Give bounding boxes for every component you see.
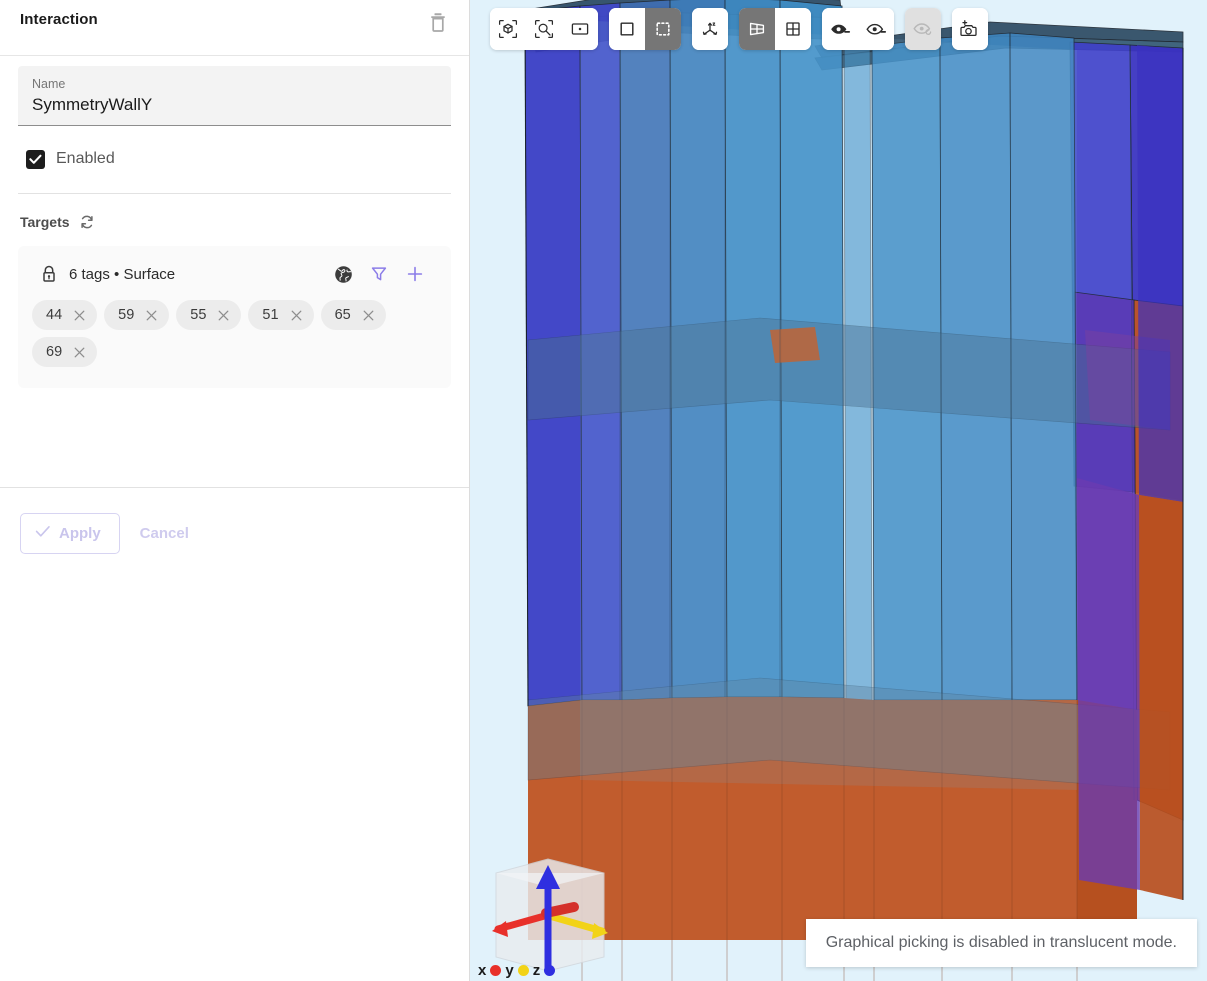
square-outline-icon — [617, 19, 637, 39]
tags-summary-label: 6 tags • Surface — [69, 266, 175, 283]
zoom-selection-icon — [534, 19, 554, 39]
grid-icon — [783, 19, 803, 39]
chip-label: 44 — [46, 300, 62, 330]
axes-group — [692, 8, 728, 50]
fit-to-scene-button[interactable] — [490, 8, 526, 50]
close-icon[interactable] — [360, 307, 377, 324]
target-chip[interactable]: 55 — [176, 300, 241, 330]
fit-window-icon — [570, 19, 590, 39]
selection-mode-group — [609, 8, 681, 50]
reset-visibility-button[interactable] — [905, 8, 941, 50]
grid-view-button[interactable] — [775, 8, 811, 50]
refresh-icon[interactable] — [78, 213, 96, 231]
3d-model-scene[interactable] — [470, 0, 1207, 981]
axis-legend: x y z — [478, 962, 555, 979]
status-tooltip: Graphical picking is disabled in translu… — [806, 919, 1197, 967]
toggle-axes-button[interactable] — [692, 8, 728, 50]
axis-label-y: y — [505, 962, 513, 979]
zoom-to-selection-button[interactable] — [526, 8, 562, 50]
lock-icon — [40, 265, 58, 283]
hide-selected-button[interactable] — [822, 8, 858, 50]
camera-add-icon — [959, 19, 981, 39]
translucent-view-button[interactable] — [739, 8, 775, 50]
viewport-toolbar — [490, 8, 988, 50]
tags-summary-bar: 6 tags • Surface — [32, 260, 437, 288]
plus-icon[interactable] — [405, 264, 425, 284]
footer-divider — [0, 487, 469, 488]
target-chip[interactable]: 44 — [32, 300, 97, 330]
target-chip[interactable]: 69 — [32, 337, 97, 367]
check-icon — [35, 525, 51, 542]
panel-header: Interaction — [0, 0, 469, 56]
trash-icon[interactable] — [425, 9, 451, 35]
axes-triad-icon — [700, 19, 720, 39]
name-field-label: Name — [32, 76, 437, 92]
target-chip-list: 44 59 55 51 — [32, 300, 437, 367]
close-icon[interactable] — [71, 307, 88, 324]
close-icon[interactable] — [143, 307, 160, 324]
tags-actions — [333, 264, 433, 284]
enabled-checkbox-row[interactable]: Enabled — [26, 147, 115, 171]
chip-label: 55 — [190, 300, 206, 330]
hide-unselected-button[interactable] — [858, 8, 894, 50]
visibility-group — [822, 8, 894, 50]
fit-scene-icon — [498, 19, 518, 39]
close-icon[interactable] — [215, 307, 232, 324]
apply-label: Apply — [59, 525, 101, 542]
axis-dot-x — [490, 965, 501, 976]
targets-card: 6 tags • Surface — [18, 246, 451, 388]
eye-minus-right-icon — [865, 19, 887, 39]
display-style-group — [739, 8, 811, 50]
targets-header: Targets — [20, 212, 469, 232]
target-chip[interactable]: 59 — [104, 300, 169, 330]
targets-title: Targets — [20, 214, 70, 230]
eye-reset-icon — [912, 19, 934, 39]
3d-viewport[interactable]: x y z Graphical picking is disabled in t… — [470, 0, 1207, 981]
enabled-checkbox[interactable] — [26, 150, 45, 169]
eye-minus-left-icon — [829, 19, 851, 39]
chip-label: 59 — [118, 300, 134, 330]
footer-actions: Apply Cancel — [20, 513, 203, 554]
axis-label-x: x — [478, 962, 486, 979]
section-divider — [18, 193, 451, 194]
cancel-button[interactable]: Cancel — [126, 513, 203, 554]
axis-dot-z — [544, 965, 555, 976]
axis-label-z: z — [533, 962, 541, 979]
filter-icon[interactable] — [369, 264, 389, 284]
dashed-square-icon — [653, 19, 673, 39]
apply-button[interactable]: Apply — [20, 513, 120, 554]
target-chip[interactable]: 51 — [248, 300, 313, 330]
chip-label: 65 — [335, 300, 351, 330]
interaction-panel: Interaction Name Enabled Tar — [0, 0, 470, 981]
close-icon[interactable] — [71, 344, 88, 361]
name-input[interactable] — [32, 94, 437, 116]
chip-label: 51 — [262, 300, 278, 330]
name-field-wrapper[interactable]: Name — [18, 66, 451, 126]
single-select-button[interactable] — [609, 8, 645, 50]
target-chip[interactable]: 65 — [321, 300, 386, 330]
enabled-label: Enabled — [56, 150, 115, 168]
page-title: Interaction — [20, 11, 98, 28]
reset-visibility-group — [905, 8, 941, 50]
fit-to-window-button[interactable] — [562, 8, 598, 50]
perspective-grid-icon — [747, 19, 767, 39]
chip-label: 69 — [46, 337, 62, 367]
screenshot-group — [952, 8, 988, 50]
globe-icon[interactable] — [333, 264, 353, 284]
axis-triad-gizmo[interactable] — [482, 845, 617, 981]
box-select-button[interactable] — [645, 8, 681, 50]
screenshot-button[interactable] — [952, 8, 988, 50]
view-fit-group — [490, 8, 598, 50]
close-icon[interactable] — [288, 307, 305, 324]
axis-dot-y — [518, 965, 529, 976]
